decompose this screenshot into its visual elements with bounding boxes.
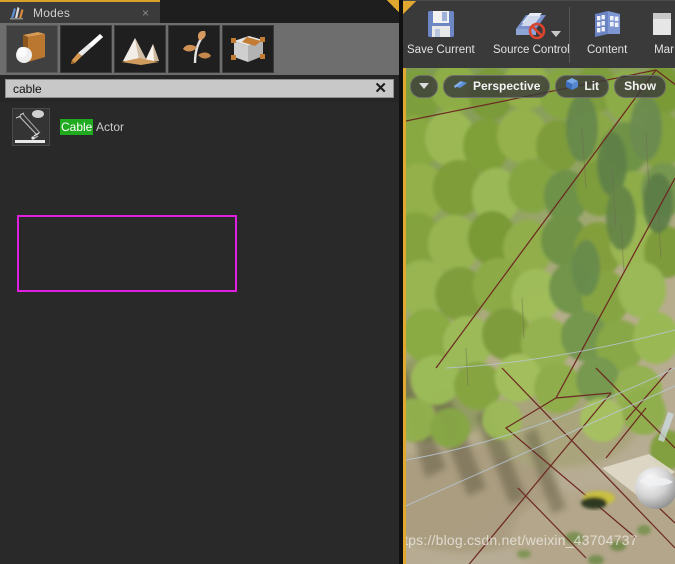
lit-cube-icon: [565, 77, 579, 96]
thumbnail-base-bar: [15, 140, 45, 143]
tab-modes-label: Modes: [33, 5, 71, 20]
modes-panel: Modes × cable ✕ Cable Actor: [0, 0, 399, 564]
toolbar-save-current-label: Save Current: [407, 44, 475, 56]
source-control-chevron-down-icon[interactable]: [551, 31, 561, 37]
list-item-label: Cable Actor: [60, 119, 125, 135]
viewport-toolbar: Perspective Lit Show: [410, 74, 667, 98]
box-sphere-icon: [12, 31, 52, 67]
results-list: Cable Actor: [0, 102, 399, 564]
search-match-highlight: Cable: [60, 119, 94, 135]
paintbrush-icon: [66, 31, 106, 67]
geometry-box-icon: [227, 31, 269, 67]
content-grid-icon: [591, 5, 623, 43]
modes-brush-icon: [8, 5, 25, 20]
tab-modes[interactable]: Modes ×: [0, 0, 160, 23]
search-input-value: cable: [13, 81, 42, 96]
list-item-label-rest: Actor: [93, 120, 125, 134]
toolbar-separator: [569, 7, 570, 63]
toolbar-content[interactable]: Content: [587, 5, 627, 65]
show-flags-label: Show: [624, 79, 657, 93]
unreal-editor-window: Modes × cable ✕ Cable Actor Save Current…: [0, 0, 675, 564]
viewport-options-button[interactable]: [410, 74, 438, 98]
mode-button-paint[interactable]: [60, 25, 112, 73]
annotation-rectangle: [17, 215, 237, 292]
mode-toolbar: [0, 23, 399, 75]
mode-button-place[interactable]: [6, 25, 58, 73]
source-control-icon: [512, 5, 550, 43]
toolbar-save-current[interactable]: Save Current: [407, 5, 475, 65]
list-item[interactable]: Cable Actor: [12, 108, 237, 146]
level-viewport[interactable]: Perspective Lit Show https://blog.csdn.n…: [403, 68, 675, 564]
toolbar-content-label: Content: [587, 44, 628, 56]
mountains-icon: [119, 31, 161, 67]
shading-mode-lit-label: Lit: [584, 79, 600, 93]
search-input[interactable]: cable ✕: [5, 79, 394, 98]
toolbar-marketplace-label: Mar: [654, 44, 674, 56]
tab-close-icon[interactable]: ×: [142, 7, 149, 19]
leaf-sprig-icon: [174, 31, 214, 67]
show-flags-button[interactable]: Show: [614, 74, 667, 98]
mode-button-geometry[interactable]: [222, 25, 274, 73]
view-mode-perspective-label: Perspective: [473, 79, 541, 93]
cable-actor-thumbnail: [12, 108, 50, 146]
toolbar-source-control-label: Source Control: [493, 44, 570, 56]
editor-right-column: Save Current Source Control Content Mar …: [403, 0, 675, 564]
search-row: cable ✕: [0, 75, 399, 102]
mode-button-foliage[interactable]: [168, 25, 220, 73]
view-mode-perspective-button[interactable]: Perspective: [443, 74, 551, 98]
toolbar-marketplace[interactable]: Mar: [649, 5, 675, 65]
clear-search-icon[interactable]: ✕: [374, 80, 387, 98]
tabstrip-accent: [387, 0, 399, 13]
floppy-disk-icon: [424, 5, 458, 43]
camera-icon: [453, 77, 468, 95]
main-toolbar: Save Current Source Control Content Mar: [403, 0, 675, 68]
viewport-scene: [406, 68, 675, 564]
tab-strip: Modes ×: [0, 0, 399, 23]
chevron-down-icon: [419, 83, 429, 89]
mode-button-landscape[interactable]: [114, 25, 166, 73]
marketplace-icon: [649, 5, 675, 43]
shading-mode-lit-button[interactable]: Lit: [555, 74, 610, 98]
watermark-text: https://blog.csdn.net/weixin_43704737: [403, 532, 638, 548]
